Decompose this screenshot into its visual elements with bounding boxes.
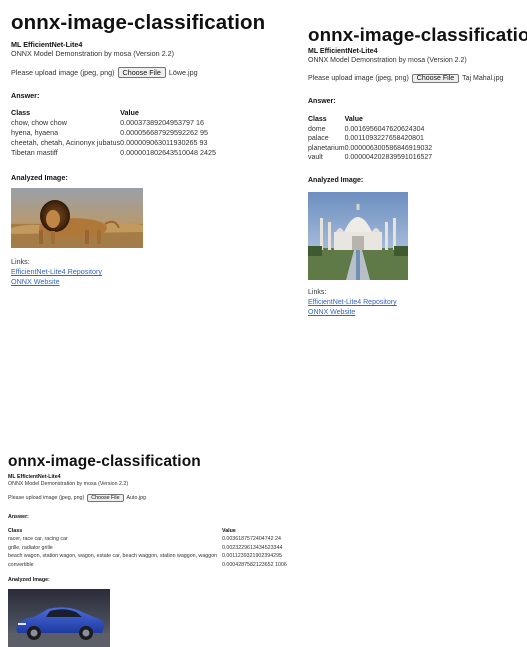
value-cell: 0.0011093227658420801: [344, 135, 424, 142]
table-header-row: Class Value: [8, 527, 287, 535]
file-name: Auto.jpg: [126, 495, 146, 501]
panel-taj-mahal: onnx-image-classification ML EfficientNe…: [297, 12, 527, 322]
class-cell: racer, race car, racing car: [8, 536, 68, 543]
table-header-row: Class Value: [11, 108, 216, 118]
table-row: chow, chow chow 0.00037389204953797 16: [11, 118, 216, 128]
table-row: convertible 0.0004287582123652 1006: [8, 561, 287, 569]
sports-car-photo: [8, 589, 110, 647]
value-cell: 0.000056687929592262 95: [120, 128, 209, 137]
class-cell: palace: [308, 135, 329, 142]
value-cell: 0.000006300586846919032: [344, 144, 433, 152]
lion-photo: [11, 188, 143, 248]
value-cell: 0.000004202839591016527: [344, 154, 433, 161]
value-cell: 0.0023229613434523344: [222, 544, 283, 551]
onnx-website-link[interactable]: ONNX Website: [11, 277, 60, 286]
value-header: Value: [222, 528, 236, 534]
upload-prompt: Please upload image (jpeg, png): [308, 75, 409, 82]
value-header: Value: [344, 116, 363, 123]
table-row: palace 0.0011093227658420801: [308, 134, 432, 144]
links-label: Links:: [308, 289, 327, 296]
results-table: Class Value dome 0.0016956047620624304 p…: [308, 115, 432, 163]
class-cell: grille, radiator grille: [8, 544, 53, 551]
analyzed-image-label: Analyzed Image:: [11, 173, 68, 182]
class-cell: dome: [308, 125, 326, 133]
class-header: Class: [308, 116, 327, 123]
links-label: Links:: [11, 257, 30, 266]
upload-row: Please upload image (jpeg, png) Choose F…: [8, 494, 146, 502]
analyzed-image-label: Analyzed Image:: [8, 577, 50, 583]
results-table: Class Value racer, race car, racing car …: [8, 527, 287, 569]
upload-row: Please upload image (jpeg, png) Choose F…: [11, 67, 198, 78]
class-cell: convertible: [8, 561, 34, 568]
table-row: hyena, hyaena 0.000056687929592262 95: [11, 128, 216, 138]
class-cell: cheetah, chetah, Acinonyx jubatus: [11, 138, 121, 147]
page-title: onnx-image-classification: [308, 24, 527, 45]
table-row: vault 0.000004202839591016527: [308, 153, 432, 163]
model-name: ML EfficientNet-Lite4: [308, 48, 378, 55]
answer-label: Answer:: [8, 514, 29, 520]
file-name: Taj Mahal.jpg: [462, 75, 504, 82]
results-table: Class Value chow, chow chow 0.0003738920…: [11, 108, 216, 158]
page-title: onnx-image-classification: [11, 11, 266, 34]
efficientnet-repository-link[interactable]: EfficientNet-Lite4 Repository: [11, 267, 102, 276]
answer-label: Answer:: [11, 91, 40, 100]
efficientnet-repository-link[interactable]: EfficientNet-Lite4 Repository: [308, 299, 397, 306]
class-cell: beach wagon, station wagon, wagon, estat…: [8, 553, 218, 560]
value-cell: 0.0004287582123652 1006: [222, 561, 287, 568]
value-cell: 0.000009063011930265 93: [120, 138, 208, 147]
class-cell: Tibetan mastiff: [11, 148, 58, 157]
panel-car: onnx-image-classification ML EfficientNe…: [0, 444, 300, 647]
onnx-website-link[interactable]: ONNX Website: [308, 309, 355, 316]
table-header-row: Class Value: [308, 115, 432, 125]
value-cell: 0.0036187572404742 24: [222, 536, 281, 543]
file-name: Löwe.jpg: [168, 68, 198, 77]
class-header: Class: [8, 528, 23, 534]
taj-mahal-image: [308, 192, 408, 280]
table-row: dome 0.0016956047620624304: [308, 125, 432, 135]
demo-text: ONNX Model Demonstration by mosa (Versio…: [308, 57, 467, 64]
choose-file-button[interactable]: Choose File: [411, 74, 460, 83]
table-row: beach wagon, station wagon, wagon, estat…: [8, 552, 287, 560]
value-cell: 0.0011239321902394295: [222, 553, 282, 560]
value-header: Value: [120, 108, 139, 117]
class-cell: planetarium: [308, 144, 345, 152]
lion-image: [11, 188, 143, 248]
value-cell: 0.000001802643510048 2425: [120, 148, 217, 157]
model-name: ML EfficientNet-Lite4: [11, 40, 83, 49]
class-header: Class: [11, 108, 31, 117]
table-row: racer, race car, racing car 0.0036187572…: [8, 535, 287, 543]
demo-text: ONNX Model Demonstration by mosa (Versio…: [11, 49, 174, 58]
value-cell: 0.0016956047620624304: [344, 125, 425, 133]
model-name: ML EfficientNet-Lite4: [8, 474, 61, 480]
analyzed-image-label: Analyzed Image:: [308, 177, 364, 184]
answer-label: Answer:: [308, 98, 336, 105]
value-cell: 0.00037389204953797 16: [120, 118, 205, 127]
upload-row: Please upload image (jpeg, png) Choose F…: [308, 74, 503, 83]
upload-prompt: Please upload image (jpeg, png): [11, 68, 115, 77]
car-image: [8, 589, 110, 647]
class-cell: hyena, hyaena: [11, 128, 59, 137]
table-row: cheetah, chetah, Acinonyx jubatus 0.0000…: [11, 138, 216, 148]
table-row: grille, radiator grille 0.00232296134345…: [8, 544, 287, 552]
table-row: Tibetan mastiff 0.000001802643510048 242…: [11, 148, 216, 158]
page-title: onnx-image-classification: [8, 453, 201, 470]
demo-text: ONNX Model Demonstration by mosa (Versio…: [8, 481, 129, 487]
upload-prompt: Please upload image (jpeg, png): [8, 495, 85, 501]
table-row: planetarium 0.000006300586846919032: [308, 144, 432, 154]
choose-file-button[interactable]: Choose File: [87, 494, 124, 502]
class-cell: chow, chow chow: [11, 118, 67, 127]
choose-file-button[interactable]: Choose File: [117, 67, 166, 78]
panel-lion: onnx-image-classification ML EfficientNe…: [0, 0, 265, 300]
taj-mahal-photo: [308, 192, 408, 280]
class-cell: vault: [308, 154, 323, 161]
